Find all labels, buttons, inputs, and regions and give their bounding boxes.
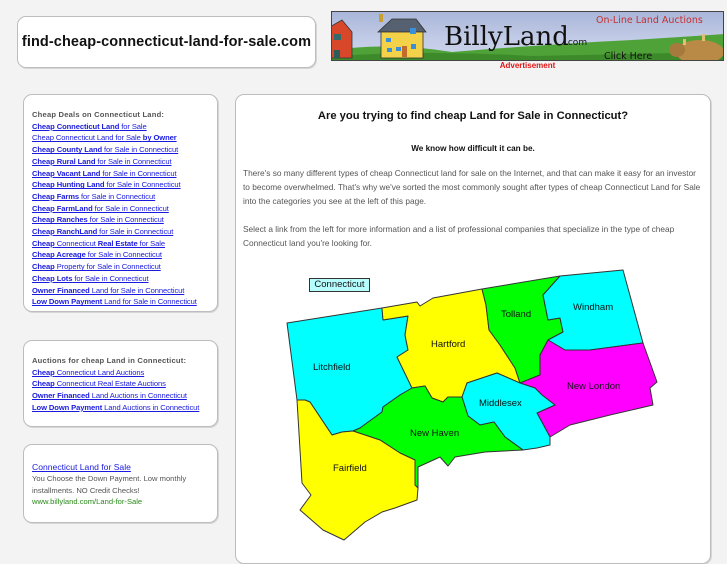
- deal-link[interactable]: Cheap Connecticut Real Estate for Sale: [32, 238, 217, 250]
- auctions-link-list: Cheap Connecticut Land Auctions Cheap Con…: [32, 367, 217, 414]
- auctions-heading: Auctions for cheap Land in Connecticut:: [32, 356, 187, 365]
- deal-link[interactable]: Cheap Hunting Land for Sale in Connectic…: [32, 179, 217, 191]
- text-ad-body: You Choose the Down Payment. Low monthly…: [32, 474, 187, 495]
- text-ad-panel: Connecticut Land for Sale You Choose the…: [23, 444, 218, 523]
- house-icon: [376, 14, 427, 59]
- auctions-panel: Auctions for cheap Land in Connecticut: …: [23, 340, 218, 427]
- auction-link[interactable]: Cheap Connecticut Real Estate Auctions: [32, 378, 217, 390]
- deal-link[interactable]: Cheap Farms for Sale in Connecticut: [32, 191, 217, 203]
- instruction-paragraph: Select a link from the left for more inf…: [243, 224, 675, 248]
- deal-link[interactable]: Low Down Payment Land for Sale in Connec…: [32, 296, 217, 308]
- intro-paragraph: There's so many different types of cheap…: [243, 168, 701, 206]
- main-subheading: We know how difficult it can be.: [411, 144, 535, 153]
- deal-link[interactable]: Cheap Rural Land for Sale in Connecticut: [32, 156, 217, 168]
- deals-panel: Cheap Deals on Connecticut Land: Cheap C…: [23, 94, 218, 312]
- deals-link-list: Cheap Connecticut Land for Sale Cheap Con…: [32, 121, 217, 308]
- deal-link[interactable]: Cheap County Land for Sale in Connecticu…: [32, 144, 217, 156]
- auction-link[interactable]: Owner Financed Land Auctions in Connecti…: [32, 390, 217, 402]
- deal-link[interactable]: Cheap Connecticut Land for Sale by Owner: [32, 132, 217, 144]
- deal-link[interactable]: Cheap Property for Sale in Connecticut: [32, 261, 217, 273]
- ad-tagline: On-Line Land Auctions: [596, 15, 703, 26]
- ad-cta: Click Here: [604, 51, 652, 61]
- ad-banner-art: BillyLand .com On-Line Land Auctions Cli…: [332, 14, 723, 61]
- deal-link[interactable]: Cheap Acreage for Sale in Connecticut: [32, 249, 217, 261]
- barn-icon: [332, 19, 353, 59]
- deal-link[interactable]: Owner Financed Land for Sale in Connecti…: [32, 285, 217, 297]
- main-heading: Are you trying to find cheap Land for Sa…: [317, 110, 629, 122]
- ad-brand-suffix: .com: [565, 38, 587, 48]
- map-state-label[interactable]: Connecticut: [309, 278, 370, 292]
- site-title: find-cheap-connecticut-land-for-sale.com: [21, 34, 312, 50]
- ad-label: Advertisement: [499, 61, 556, 70]
- text-ad-url[interactable]: www.billyland.com/Land-for-Sale: [32, 496, 217, 508]
- site-title-box: find-cheap-connecticut-land-for-sale.com: [17, 16, 316, 68]
- deal-link[interactable]: Cheap Vacant Land for Sale in Connecticu…: [32, 168, 217, 180]
- auction-link[interactable]: Low Down Payment Land Auctions in Connec…: [32, 402, 217, 414]
- billyland-ad-banner[interactable]: BillyLand .com On-Line Land Auctions Cli…: [331, 11, 724, 61]
- deal-link[interactable]: Cheap Ranches for Sale in Connecticut: [32, 214, 217, 226]
- deal-link[interactable]: Cheap Connecticut Land for Sale: [32, 121, 217, 133]
- auction-link[interactable]: Cheap Connecticut Land Auctions: [32, 367, 217, 379]
- deals-heading: Cheap Deals on Connecticut Land:: [32, 110, 165, 119]
- deal-link[interactable]: Cheap Lots for Sale in Connecticut: [32, 273, 217, 285]
- deal-link[interactable]: Cheap FarmLand for Sale in Connecticut: [32, 203, 217, 215]
- text-ad-title-link[interactable]: Connecticut Land for Sale: [32, 461, 217, 473]
- ad-brand: BillyLand: [444, 22, 569, 52]
- deal-link[interactable]: Cheap RanchLand for Sale in Connecticut: [32, 226, 217, 238]
